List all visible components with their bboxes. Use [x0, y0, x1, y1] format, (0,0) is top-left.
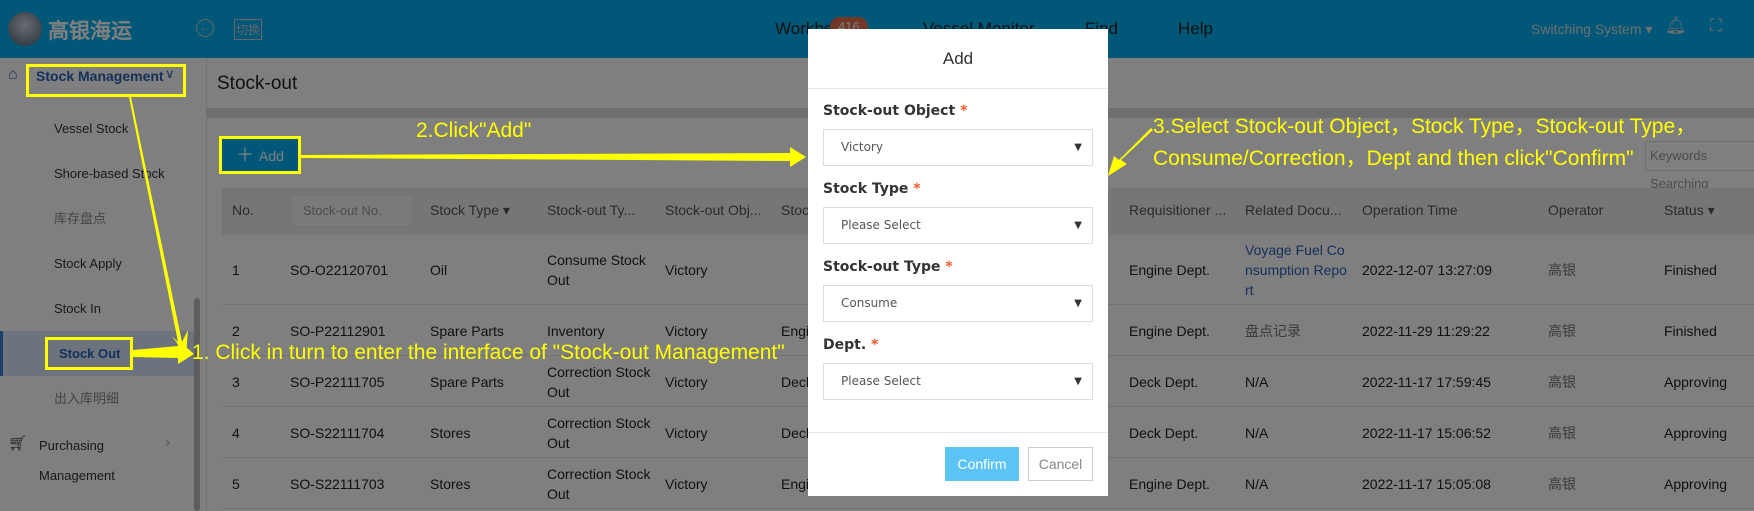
annotation-step-3-line1: 3.Select Stock-out Object，Stock Type，Sto…: [1153, 115, 1697, 138]
arrow-3-down: [1108, 128, 1153, 176]
annotation-step-2: 2.Click"Add": [416, 119, 532, 142]
arrow-2-right: [301, 147, 806, 167]
annotation-step-3-line2: Consume/Correction，Dept and then click"C…: [1153, 147, 1634, 170]
arrow-1-down: [129, 97, 188, 356]
annotation-step-1: 1. Click in turn to enter the interface …: [192, 341, 785, 364]
annotation-arrows: [129, 97, 1153, 364]
